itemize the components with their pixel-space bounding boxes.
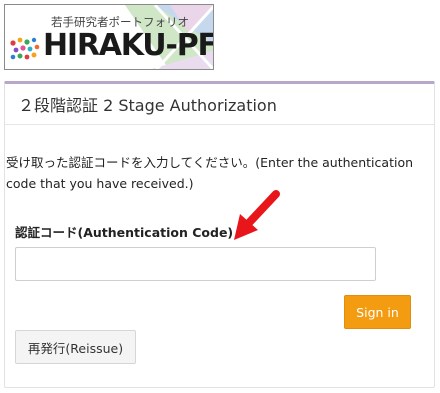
instruction-message: 受け取った認証コードを入力してください。(Enter the authentic… [6,155,414,191]
auth-panel: ２段階認証 2 Stage Authorization 受け取った認証コードを入… [4,81,435,388]
reissue-button[interactable]: 再発行(Reissue) [15,330,136,364]
red-annotation-arrow-icon [234,190,280,240]
code-field-label: 認証コード(Authentication Code) [15,225,234,240]
panel-title: ２段階認証 2 Stage Authorization [5,84,434,125]
logo-name: HIRAKU-PF [43,28,214,63]
site-logo[interactable]: 若手研究者ポートフォリオ HIRAKU-PF [4,4,214,70]
authentication-code-input[interactable] [15,247,376,281]
logo-dots-mark [10,37,40,60]
sign-in-button[interactable]: Sign in [344,295,411,329]
